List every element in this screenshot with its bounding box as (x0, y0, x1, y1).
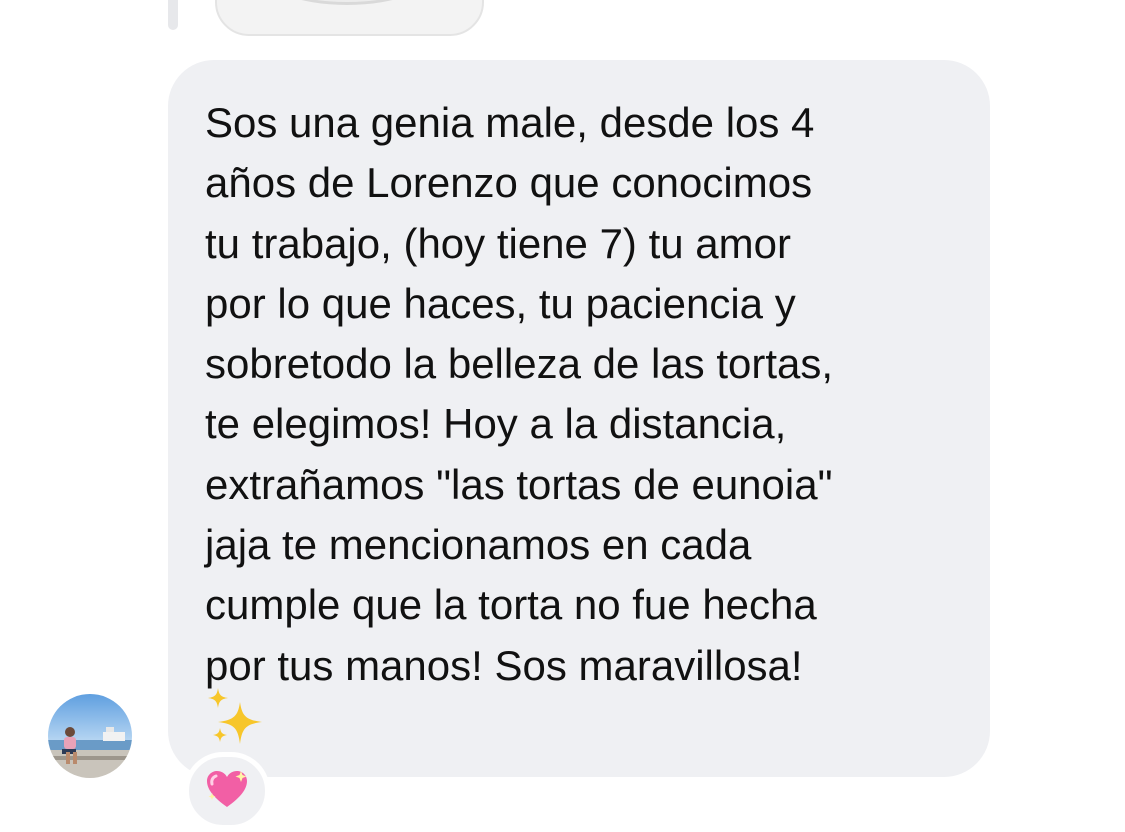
reply-quote-line (168, 0, 178, 30)
previous-image-thumbnail[interactable] (215, 0, 484, 36)
sparkling-heart-icon (205, 769, 249, 814)
previous-image-content (257, 0, 437, 5)
message-text: Sos una genia male, desde los 4 años de … (205, 99, 834, 689)
sparkles-icon (204, 684, 270, 750)
sender-avatar[interactable] (48, 694, 132, 778)
reaction-badge[interactable] (184, 752, 270, 830)
